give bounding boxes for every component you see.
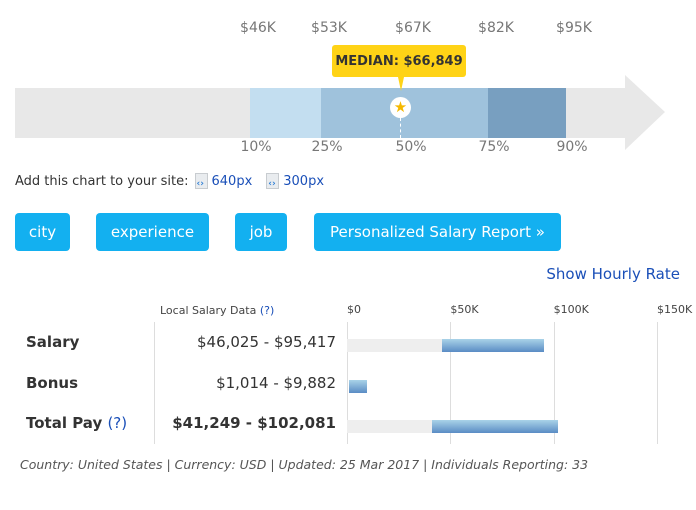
x-tick-label: $50K [450, 303, 479, 316]
embed-label: Add this chart to your site: [15, 173, 189, 189]
range-bar [349, 380, 368, 393]
x-tick-label: $0 [347, 303, 361, 316]
percentile-value-label: $46K [240, 20, 276, 36]
embed-640px-link[interactable]: 640px [194, 173, 252, 189]
range-bar [442, 339, 545, 352]
data-footer: Country: United States | Currency: USD |… [20, 457, 589, 472]
gridline [657, 322, 658, 444]
range-bar-track [347, 420, 433, 433]
range-bar-track [347, 339, 443, 352]
star-icon: ★ [390, 97, 411, 118]
percentile-value-label: $53K [311, 20, 347, 36]
percentile-label: 75% [478, 139, 510, 155]
code-file-icon [266, 173, 280, 189]
p75-p90-segment [488, 88, 566, 138]
range-value: $41,249 - $102,081 [172, 414, 336, 432]
percentile-value-label: $67K [395, 20, 431, 36]
embed-chart-row: Add this chart to your site: 640px 300px [15, 173, 324, 189]
code-file-icon [194, 173, 208, 189]
x-tick-label: $100K [553, 303, 589, 316]
personalized-salary-report-button[interactable]: Personalized Salary Report » [314, 213, 561, 251]
show-hourly-rate-link[interactable]: Show Hourly Rate [546, 265, 680, 283]
percentile-label: 10% [240, 139, 272, 155]
range-bar [432, 420, 558, 433]
table-divider [154, 322, 155, 444]
range-value: $46,025 - $95,417 [196, 333, 336, 351]
percentile-value-label: $95K [556, 20, 592, 36]
x-tick-label: $150K [657, 303, 693, 316]
p10-p25-segment [250, 88, 321, 138]
help-icon[interactable]: (?) [260, 304, 274, 317]
city-button[interactable]: city [15, 213, 70, 251]
median-badge: MEDIAN: $66,849 [332, 45, 466, 77]
percentile-label: 50% [395, 139, 427, 155]
local-salary-data-header: Local Salary Data (?) [160, 304, 275, 317]
row-label: Salary [26, 333, 80, 351]
job-button[interactable]: job [235, 213, 287, 251]
row-label: Total Pay (?) [26, 414, 128, 432]
percentile-label: 90% [556, 139, 588, 155]
percentile-value-label: $82K [478, 20, 514, 36]
percentile-label: 25% [311, 139, 343, 155]
median-line [400, 118, 401, 138]
experience-button[interactable]: experience [96, 213, 209, 251]
row-label: Bonus [26, 374, 79, 392]
median-pointer [398, 77, 404, 91]
range-value: $1,014 - $9,882 [216, 374, 336, 392]
embed-300px-link[interactable]: 300px [266, 173, 324, 189]
help-icon[interactable]: (?) [107, 414, 127, 432]
